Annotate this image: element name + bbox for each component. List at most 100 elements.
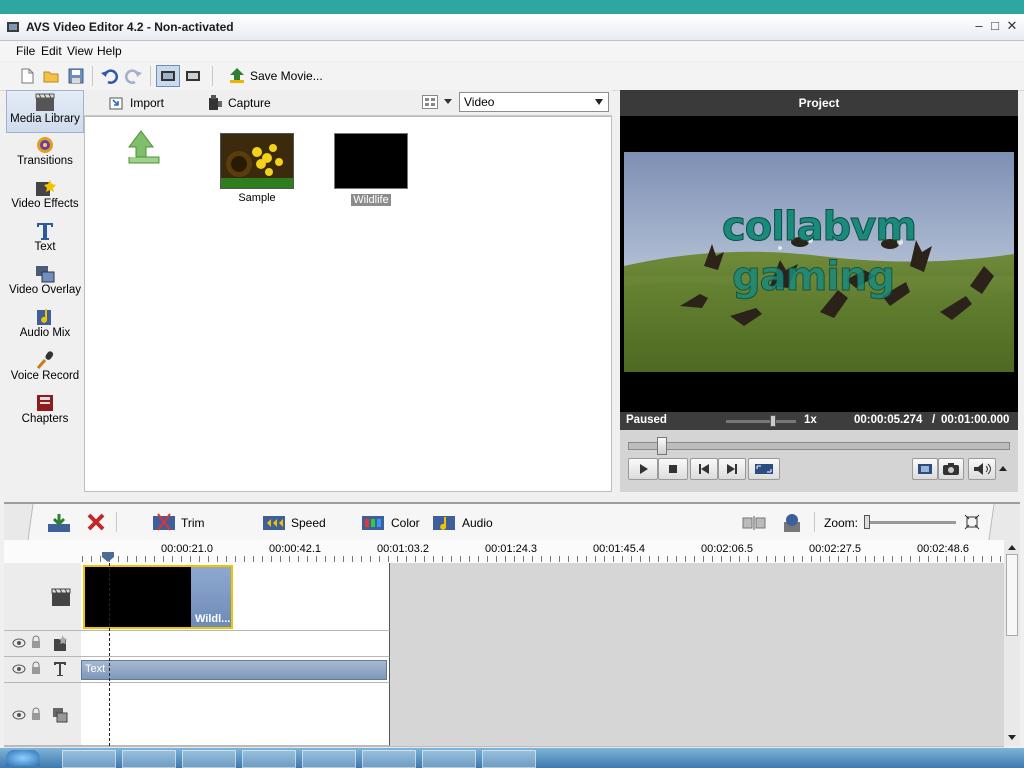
- toolbar-separator: [150, 66, 151, 86]
- menu-bar: File Edit View Help: [0, 41, 1024, 61]
- zoom-slider-thumb[interactable]: [864, 515, 870, 529]
- menu-edit[interactable]: Edit: [41, 44, 62, 58]
- video-clip[interactable]: Wildl...: [83, 565, 233, 629]
- text-track[interactable]: Text: [81, 657, 390, 683]
- start-button-icon[interactable]: [6, 750, 40, 766]
- taskbar-app-icon[interactable]: [302, 750, 356, 768]
- next-frame-button[interactable]: [718, 458, 746, 480]
- overlay-track[interactable]: [81, 683, 390, 746]
- view-mode-dropdown-icon[interactable]: [443, 96, 453, 106]
- seek-bar[interactable]: [628, 437, 1010, 455]
- effects-track[interactable]: [81, 631, 390, 657]
- sidebar-item-media-library[interactable]: Media Library: [6, 90, 84, 133]
- media-library-icon: [34, 93, 56, 113]
- zoom-fit-icon[interactable]: [964, 514, 980, 530]
- stop-button[interactable]: [658, 458, 688, 480]
- media-item-wildlife[interactable]: Wildlife: [334, 133, 408, 206]
- timeline-ruler[interactable]: 00:00:21.0 00:00:42.1 00:01:03.2 00:01:2…: [4, 540, 1004, 564]
- ruler-ticks: [82, 556, 1002, 562]
- trim-label: Trim: [181, 516, 205, 530]
- scroll-up-icon[interactable]: [1007, 543, 1017, 551]
- lock-icon[interactable]: [30, 707, 42, 721]
- taskbar-app-icon[interactable]: [242, 750, 296, 768]
- close-icon[interactable]: ✕: [1005, 19, 1019, 33]
- maximize-icon[interactable]: □: [988, 19, 1002, 33]
- text-track-icon: [52, 661, 68, 677]
- undo-icon[interactable]: [100, 67, 118, 85]
- aspect-ratio-button[interactable]: [912, 458, 938, 480]
- speed-button[interactable]: Speed: [262, 512, 332, 534]
- new-file-icon[interactable]: [18, 67, 36, 85]
- sidebar-item-audio-mix[interactable]: Audio Mix: [6, 305, 84, 348]
- taskbar-app-icon[interactable]: [182, 750, 236, 768]
- import-label: Import: [130, 96, 165, 110]
- previous-frame-button[interactable]: [690, 458, 718, 480]
- text-clip[interactable]: Text: [81, 660, 387, 680]
- ruler-label: 00:00:42.1: [269, 543, 321, 555]
- speed-slider-thumb[interactable]: [770, 415, 776, 427]
- timeline-vertical-scrollbar[interactable]: [1004, 540, 1020, 746]
- playhead-marker[interactable]: [102, 552, 114, 562]
- speed-label: Speed: [291, 516, 326, 530]
- delete-icon[interactable]: [86, 512, 106, 532]
- volume-dropdown-icon[interactable]: [998, 464, 1008, 474]
- sidebar-item-chapters[interactable]: Chapters: [6, 391, 84, 434]
- add-to-timeline-icon[interactable]: [46, 512, 72, 534]
- trim-button[interactable]: Trim: [152, 512, 212, 534]
- ruler-label: 00:00:21.0: [161, 543, 213, 555]
- fullscreen-preview-button[interactable]: [748, 458, 780, 480]
- lock-icon[interactable]: [30, 635, 42, 649]
- play-button[interactable]: [628, 458, 658, 480]
- current-time: 00:00:05.274: [854, 414, 923, 426]
- taskbar-app-icon[interactable]: [482, 750, 536, 768]
- sidebar-item-video-overlay[interactable]: Video Overlay: [6, 262, 84, 305]
- toolbar-separator: [92, 66, 93, 86]
- sidebar-item-label: Video Effects: [11, 198, 79, 210]
- eye-icon[interactable]: [12, 663, 26, 675]
- zoom-label: Zoom:: [824, 516, 859, 530]
- color-button[interactable]: Color: [361, 512, 425, 534]
- menu-help[interactable]: Help: [97, 44, 122, 58]
- video-track[interactable]: Wildl...: [81, 563, 390, 631]
- menu-view[interactable]: View: [67, 44, 93, 58]
- media-filter-select[interactable]: Video: [459, 92, 609, 112]
- taskbar-app-icon[interactable]: [422, 750, 476, 768]
- view-mode-icon[interactable]: [422, 95, 438, 109]
- taskbar-app-icon[interactable]: [362, 750, 416, 768]
- sidebar-item-video-effects[interactable]: Video Effects: [6, 176, 84, 219]
- audio-button[interactable]: Audio: [432, 512, 496, 534]
- sidebar-item-text[interactable]: Text: [6, 219, 84, 262]
- save-icon[interactable]: [67, 67, 85, 85]
- text-icon: [34, 221, 56, 241]
- capture-button[interactable]: Capture: [206, 94, 286, 112]
- volume-button[interactable]: [968, 458, 996, 480]
- playback-status: Paused: [626, 414, 667, 426]
- eye-icon[interactable]: [12, 637, 26, 649]
- lock-icon[interactable]: [30, 661, 42, 675]
- zoom-slider[interactable]: [864, 515, 956, 529]
- import-button[interactable]: Import: [108, 94, 188, 112]
- menu-file[interactable]: File: [16, 44, 35, 58]
- redo-icon[interactable]: [125, 67, 143, 85]
- seek-bar-thumb[interactable]: [657, 437, 667, 455]
- split-icon[interactable]: [742, 514, 766, 532]
- scroll-down-icon[interactable]: [1007, 734, 1017, 742]
- record-voice-icon[interactable]: [780, 512, 804, 534]
- eye-icon[interactable]: [12, 709, 26, 721]
- snapshot-button[interactable]: [938, 458, 964, 480]
- media-item-sample[interactable]: Sample: [220, 133, 294, 204]
- transitions-icon: [34, 135, 56, 155]
- timeline-view-button[interactable]: [156, 65, 180, 87]
- minimize-icon[interactable]: –: [972, 19, 986, 33]
- folder-up-icon[interactable]: [119, 125, 163, 165]
- speed-slider[interactable]: [726, 415, 796, 427]
- sidebar-item-voice-record[interactable]: Voice Record: [6, 348, 84, 391]
- scroll-thumb[interactable]: [1006, 554, 1018, 636]
- storyboard-view-icon[interactable]: [184, 67, 202, 85]
- video-text-overlay-line2: gaming: [731, 254, 895, 301]
- toolbar-separator: [116, 512, 117, 532]
- taskbar-app-icon[interactable]: [62, 750, 116, 768]
- open-folder-icon[interactable]: [42, 67, 60, 85]
- taskbar-app-icon[interactable]: [122, 750, 176, 768]
- sidebar-item-transitions[interactable]: Transitions: [6, 133, 84, 176]
